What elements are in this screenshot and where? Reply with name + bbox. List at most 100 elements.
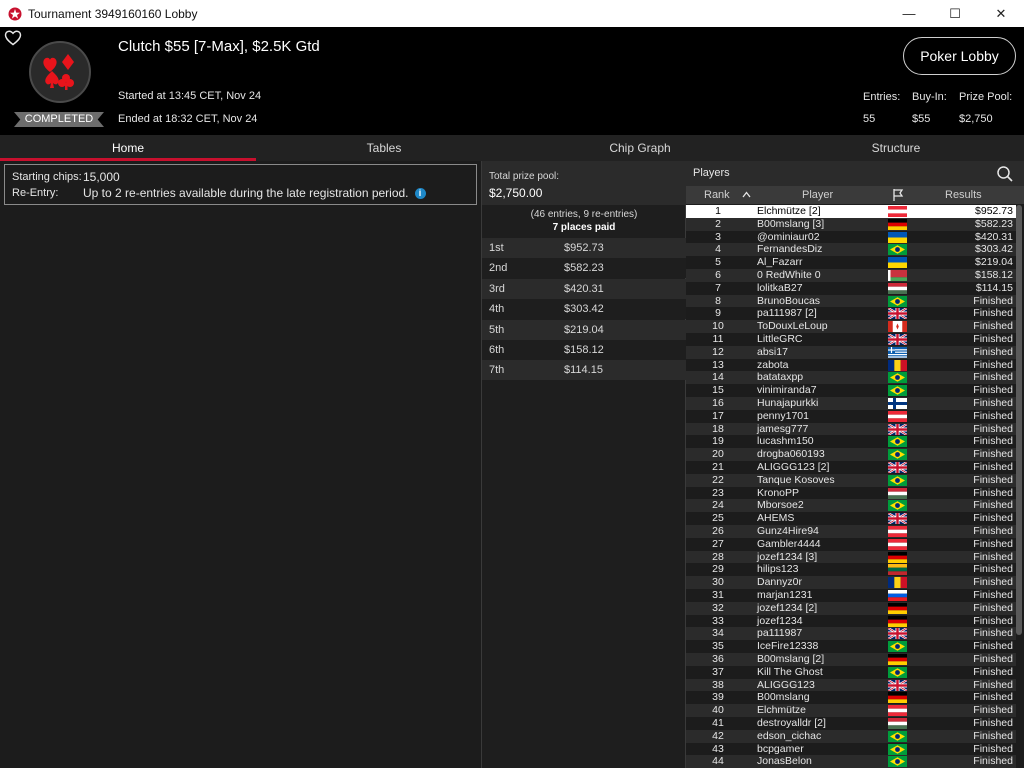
- tab-chip-graph[interactable]: Chip Graph: [512, 135, 768, 161]
- player-name: Tanque Kosoves: [757, 473, 835, 486]
- germany-flag-icon: [888, 654, 907, 665]
- player-row[interactable]: 11 LittleGRC Finished: [686, 333, 1016, 346]
- window-title: Tournament 3949160160 Lobby: [28, 6, 198, 21]
- prize-row: 4th $303.42: [482, 299, 686, 320]
- player-row[interactable]: 9 pa111987 [2] Finished: [686, 307, 1016, 321]
- player-row[interactable]: 35 IceFire12338 Finished: [686, 640, 1016, 653]
- player-row[interactable]: 25 AHEMS Finished: [686, 512, 1016, 525]
- player-row[interactable]: 29 hilips123 Finished: [686, 563, 1016, 577]
- player-rank: 23: [712, 486, 724, 499]
- player-name: bcpgamer: [757, 742, 804, 755]
- player-row[interactable]: 26 Gunz4Hire94 Finished: [686, 525, 1016, 538]
- player-row[interactable]: 41 destroyalldr [2] Finished: [686, 717, 1016, 730]
- player-result: Finished: [973, 397, 1013, 409]
- player-name: Gambler4444: [757, 537, 821, 550]
- player-row[interactable]: 5 Al_Fazarr $219.04: [686, 256, 1016, 269]
- player-result: $420.31: [975, 230, 1013, 243]
- player-row[interactable]: 17 penny1701 Finished: [686, 409, 1016, 423]
- player-rank: 43: [712, 742, 724, 755]
- hungary-flag-icon: [888, 282, 907, 294]
- brazil-flag-icon: [888, 743, 907, 755]
- buyin-label: Buy-In:: [912, 91, 947, 103]
- brazil-flag-icon: [888, 756, 907, 768]
- player-row[interactable]: 37 Kill The Ghost Finished: [686, 665, 1016, 679]
- tab-structure[interactable]: Structure: [768, 135, 1024, 161]
- player-row[interactable]: 31 marjan1231 Finished: [686, 589, 1016, 602]
- results-column[interactable]: Results: [945, 189, 982, 201]
- search-icon[interactable]: [996, 165, 1014, 183]
- player-row[interactable]: 23 KronoPP Finished: [686, 486, 1016, 500]
- player-row[interactable]: 3 @ominiaur02 $420.31: [686, 230, 1016, 244]
- prizepool-label: Prize Pool:: [959, 91, 1013, 103]
- rank-column[interactable]: Rank: [704, 189, 730, 201]
- brazil-flag-icon: [888, 436, 907, 448]
- reentry-label: Re-Entry:: [12, 187, 59, 199]
- player-row[interactable]: 43 bcpgamer Finished: [686, 742, 1016, 756]
- player-row[interactable]: 44 JonasBelon Finished: [686, 755, 1016, 768]
- player-result: Finished: [973, 755, 1013, 768]
- window-titlebar: Tournament 3949160160 Lobby — ☐ ✕: [0, 0, 1024, 27]
- player-result: Finished: [973, 589, 1013, 601]
- player-row[interactable]: 21 ALIGGG123 [2] Finished: [686, 461, 1016, 474]
- player-row[interactable]: 22 Tanque Kosoves Finished: [686, 473, 1016, 487]
- close-button[interactable]: ✕: [978, 0, 1024, 27]
- player-rank: 7: [715, 281, 721, 294]
- player-row[interactable]: 16 Hunajapurkki Finished: [686, 397, 1016, 410]
- player-row[interactable]: 7 lolitkaB27 $114.15: [686, 281, 1016, 295]
- player-row[interactable]: 19 lucashm150 Finished: [686, 435, 1016, 449]
- player-row[interactable]: 1 Elchmütze [2] $952.73: [686, 205, 1016, 218]
- player-row[interactable]: 10 ToDouxLeLoup Finished: [686, 320, 1016, 333]
- player-row[interactable]: 24 Mborsoe2 Finished: [686, 499, 1016, 513]
- player-row[interactable]: 33 jozef1234 Finished: [686, 614, 1016, 628]
- tab-tables[interactable]: Tables: [256, 135, 512, 161]
- tournament-name: Clutch $55 [7-Max], $2.5K Gtd: [118, 38, 320, 55]
- tab-home[interactable]: Home: [0, 135, 256, 161]
- brazil-flag-icon: [888, 244, 907, 256]
- player-rank: 29: [712, 563, 724, 576]
- sort-ascending-icon[interactable]: [742, 191, 751, 198]
- player-row[interactable]: 15 vinimiranda7 Finished: [686, 384, 1016, 397]
- player-result: Finished: [973, 448, 1013, 461]
- minimize-button[interactable]: —: [886, 0, 932, 27]
- player-rank: 15: [712, 384, 724, 397]
- player-row[interactable]: 12 absi17 Finished: [686, 345, 1016, 359]
- player-name: lucashm150: [757, 435, 814, 448]
- info-icon[interactable]: i: [414, 188, 426, 200]
- player-row[interactable]: 4 FernandesDiz $303.42: [686, 243, 1016, 257]
- maximize-button[interactable]: ☐: [932, 0, 978, 27]
- player-name: jozef1234 [3]: [757, 550, 818, 563]
- player-result: Finished: [973, 550, 1013, 563]
- player-row[interactable]: 42 edson_cichac Finished: [686, 729, 1016, 743]
- favorite-heart-icon[interactable]: [4, 29, 22, 47]
- player-row[interactable]: 18 jamesg777 Finished: [686, 422, 1016, 436]
- player-result: $582.23: [975, 217, 1013, 230]
- player-row[interactable]: 6 0 RedWhite 0 $158.12: [686, 269, 1016, 282]
- player-row[interactable]: 30 Dannyz0r Finished: [686, 576, 1016, 589]
- players-scrollbar[interactable]: [1016, 205, 1022, 635]
- player-result: Finished: [973, 653, 1013, 665]
- player-rank: 20: [712, 448, 724, 461]
- player-row[interactable]: 38 ALIGGG123 Finished: [686, 678, 1016, 692]
- player-column[interactable]: Player: [802, 189, 833, 201]
- player-row[interactable]: 28 jozef1234 [3] Finished: [686, 550, 1016, 564]
- poker-lobby-button[interactable]: Poker Lobby: [903, 37, 1016, 75]
- player-row[interactable]: 40 Elchmütze Finished: [686, 704, 1016, 717]
- prize-pool-header: Total prize pool: $2,750.00: [482, 161, 686, 205]
- player-row[interactable]: 32 jozef1234 [2] Finished: [686, 601, 1016, 615]
- player-row[interactable]: 13 zabota Finished: [686, 358, 1016, 372]
- player-name: Gunz4Hire94: [757, 525, 819, 537]
- player-row[interactable]: 34 pa111987 Finished: [686, 627, 1016, 641]
- player-row[interactable]: 8 BrunoBoucas Finished: [686, 294, 1016, 308]
- player-row[interactable]: 2 B00mslang [3] $582.23: [686, 217, 1016, 231]
- player-result: Finished: [973, 525, 1013, 537]
- player-row[interactable]: 36 B00mslang [2] Finished: [686, 653, 1016, 666]
- player-rank: 39: [712, 691, 724, 704]
- player-name: Hunajapurkki: [757, 397, 819, 409]
- player-row[interactable]: 20 drogba060193 Finished: [686, 448, 1016, 461]
- player-row[interactable]: 39 B00mslang Finished: [686, 691, 1016, 705]
- player-name: ALIGGG123 [2]: [757, 461, 830, 473]
- player-row[interactable]: 27 Gambler4444 Finished: [686, 537, 1016, 551]
- flag-column-icon[interactable]: [891, 188, 905, 202]
- player-row[interactable]: 14 batataxpp Finished: [686, 371, 1016, 385]
- player-name: pa111987 [2]: [757, 307, 817, 320]
